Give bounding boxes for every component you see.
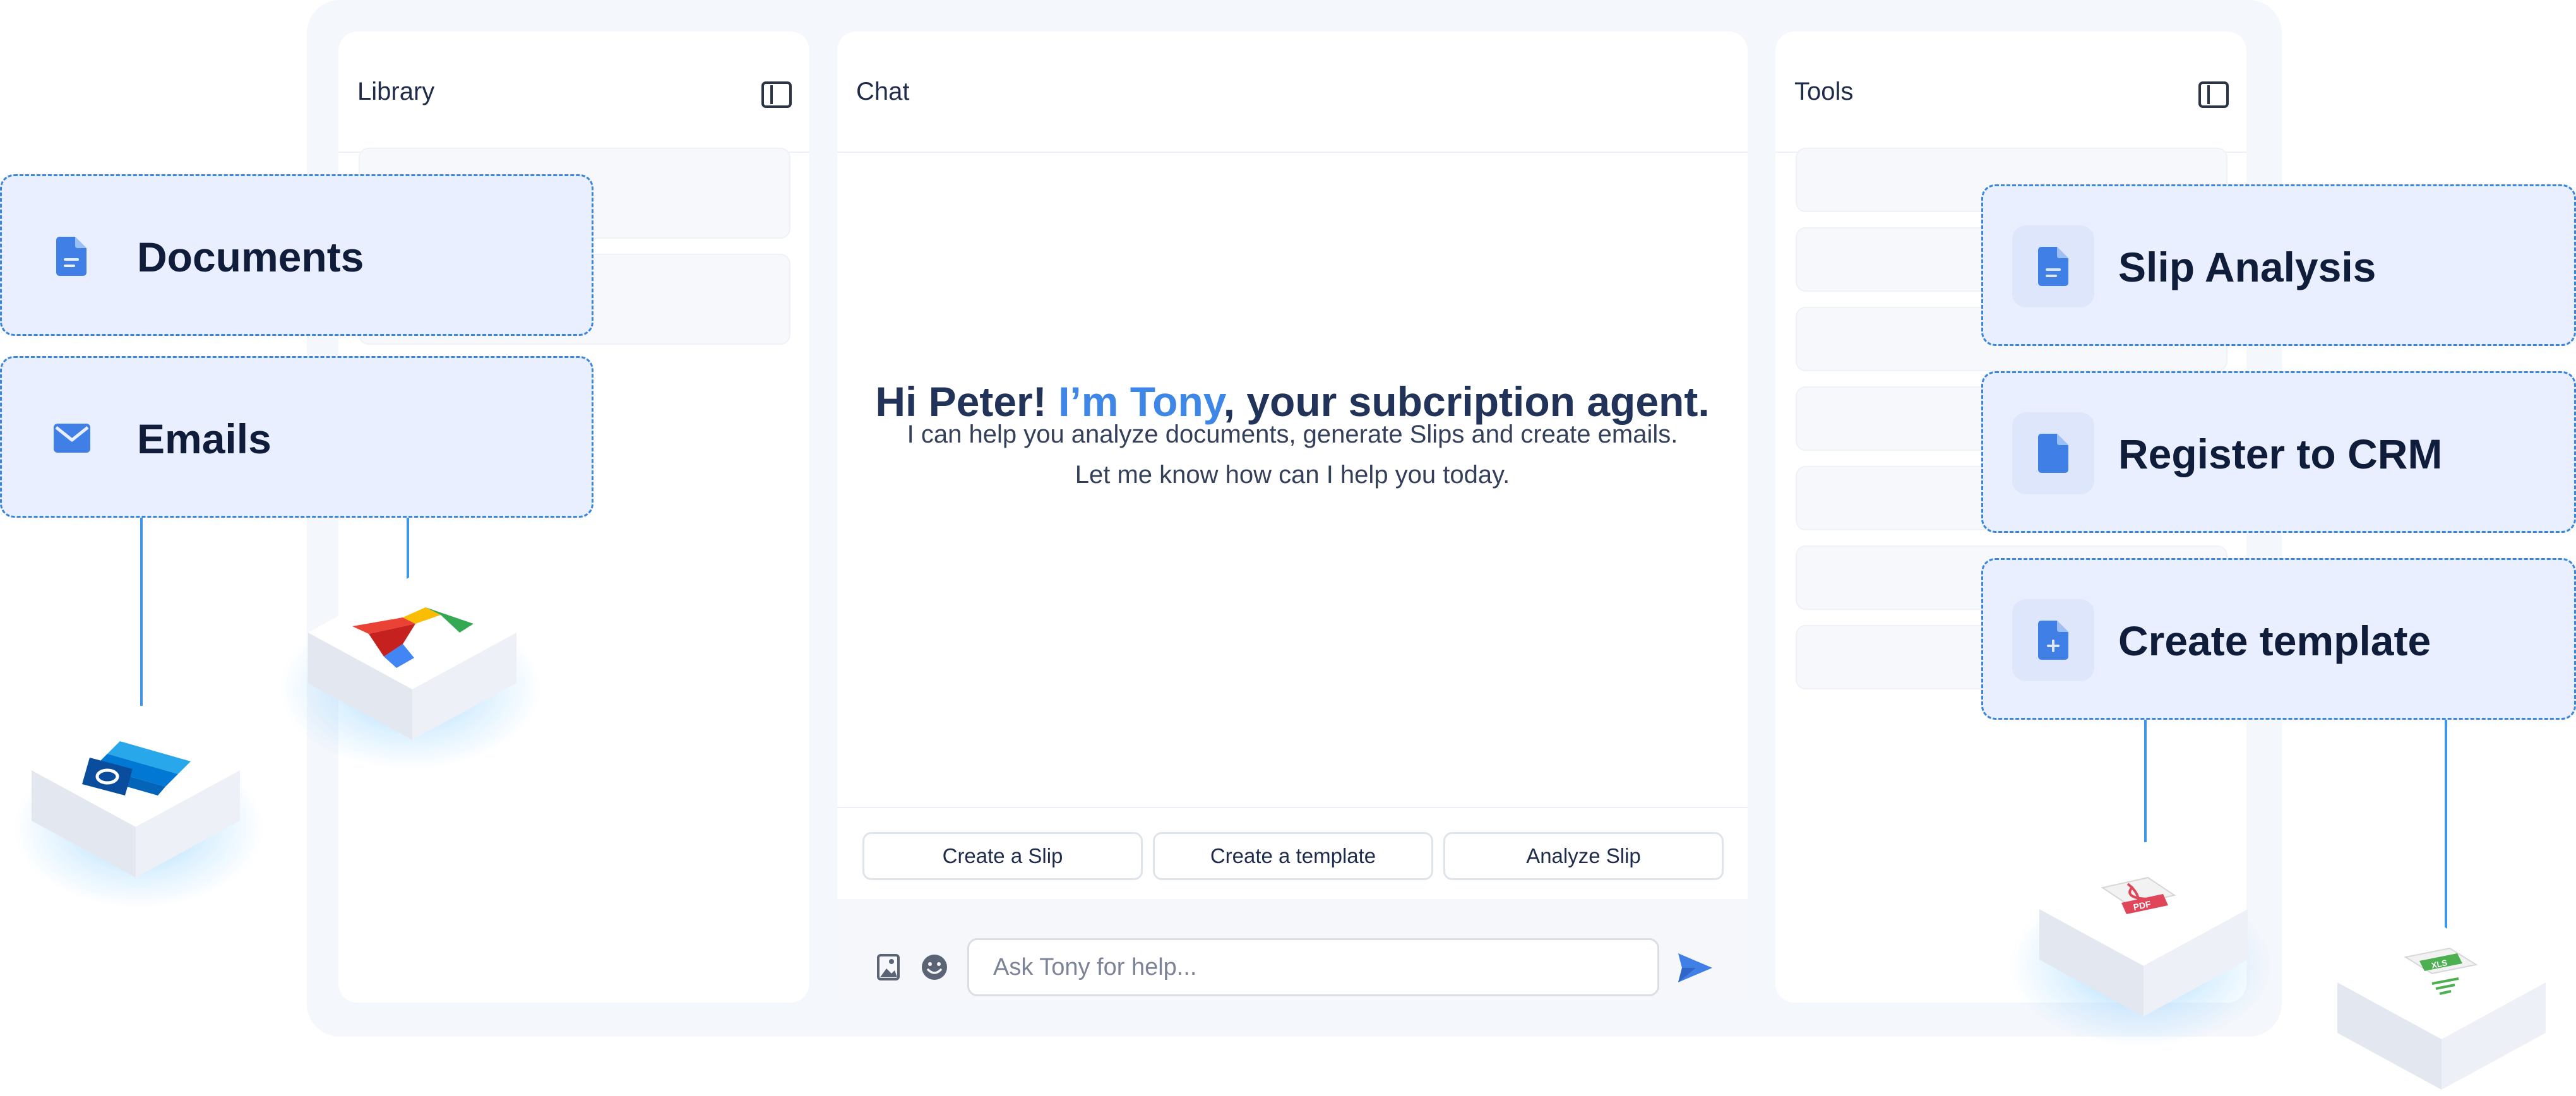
greeting-post: , your subcription agent. bbox=[1223, 378, 1710, 425]
mail-icon bbox=[54, 424, 90, 453]
chat-header: Chat bbox=[837, 32, 1748, 153]
sidebar-toggle-icon[interactable] bbox=[761, 81, 792, 108]
send-icon[interactable] bbox=[1677, 952, 1714, 984]
create-template-button[interactable]: Create a template bbox=[1153, 832, 1433, 880]
greeting-pre: Hi Peter! bbox=[875, 378, 1059, 425]
suggestion-bar: Create a Slip Create a template Analyze … bbox=[837, 807, 1748, 900]
xls-tile[interactable]: XLS bbox=[2337, 913, 2546, 1096]
connector-line bbox=[140, 515, 143, 706]
analyze-slip-button[interactable]: Analyze Slip bbox=[1443, 832, 1724, 880]
create-template-icon-box bbox=[2012, 599, 2094, 681]
chat-subtitle-line1: I can help you analyze documents, genera… bbox=[907, 420, 1678, 448]
slip-analysis-card[interactable]: Slip Analysis bbox=[1981, 184, 2576, 346]
chat-title: Chat bbox=[856, 77, 910, 105]
tools-header: Tools bbox=[1775, 32, 2246, 153]
register-crm-icon-box bbox=[2012, 412, 2094, 494]
document-icon bbox=[56, 237, 86, 276]
register-crm-label: Register to CRM bbox=[2118, 431, 2443, 477]
chat-greeting: Hi Peter! I’m Tony, your subcription age… bbox=[837, 378, 1748, 426]
gmail-tile[interactable] bbox=[308, 563, 516, 753]
sidebar-toggle-icon[interactable] bbox=[2198, 81, 2229, 108]
emails-card[interactable]: Emails bbox=[0, 356, 593, 518]
documents-card[interactable]: Documents bbox=[0, 174, 593, 336]
slip-analysis-icon-box bbox=[2012, 225, 2094, 307]
outlook-tile[interactable] bbox=[32, 701, 240, 890]
connector-line bbox=[2144, 716, 2147, 842]
greeting-agent-name: I’m Tony bbox=[1058, 378, 1224, 425]
document-icon bbox=[2038, 247, 2068, 286]
document-icon bbox=[2038, 434, 2068, 473]
attach-image-icon[interactable] bbox=[876, 953, 900, 981]
create-slip-button[interactable]: Create a Slip bbox=[862, 832, 1143, 880]
composer: Ask Tony for help... bbox=[837, 899, 1748, 1003]
connector-line bbox=[2445, 716, 2447, 931]
chat-subtitle-line2: Let me know how can I help you today. bbox=[1075, 461, 1510, 489]
chat-panel: Chat Hi Peter! I’m Tony, your subcriptio… bbox=[837, 32, 1748, 1003]
pdf-tile[interactable]: PDF bbox=[2039, 840, 2248, 1029]
chat-input[interactable]: Ask Tony for help... bbox=[967, 938, 1659, 996]
tools-title: Tools bbox=[1794, 77, 1854, 105]
emoji-icon[interactable] bbox=[921, 953, 948, 981]
library-header: Library bbox=[338, 32, 809, 153]
create-template-label: Create template bbox=[2118, 617, 2431, 664]
register-crm-card[interactable]: Register to CRM bbox=[1981, 371, 2576, 533]
document-add-icon bbox=[2038, 621, 2068, 660]
documents-label: Documents bbox=[137, 234, 364, 280]
create-template-card[interactable]: Create template bbox=[1981, 558, 2576, 720]
slip-analysis-label: Slip Analysis bbox=[2118, 244, 2376, 290]
emails-label: Emails bbox=[137, 415, 271, 462]
library-title: Library bbox=[357, 77, 435, 105]
